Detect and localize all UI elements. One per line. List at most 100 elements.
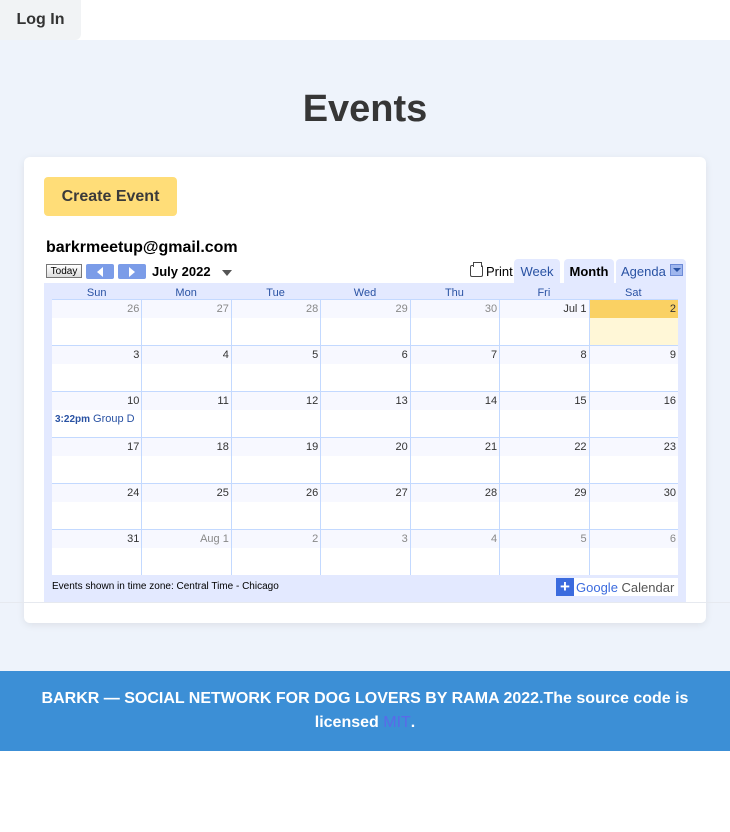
day-cell[interactable]: 26 [230,484,321,529]
day-cell[interactable]: 29 [499,484,589,529]
day-cell[interactable]: 28 [230,300,321,345]
day-cell[interactable]: 20 [320,438,410,483]
day-number: 27 [142,300,231,318]
day-number: 13 [321,392,410,410]
day-cell[interactable]: 9 [588,346,678,391]
main-section: Events Create Event barkrmeetup@gmail.co… [0,40,730,671]
calendar-event[interactable]: 3:22pm Group D [55,412,140,427]
day-cell[interactable]: 17 [52,438,142,483]
day-cell[interactable]: 30 [588,484,678,529]
day-cell[interactable]: 28 [409,484,500,529]
today-button[interactable]: Today [46,264,82,278]
timezone-note: Events shown in time zone: Central Time … [52,581,279,592]
chevron-down-icon[interactable] [670,264,683,276]
day-number: 2 [589,300,678,318]
day-cell[interactable]: 12 [230,392,321,437]
day-cell[interactable]: Aug 1 [141,530,231,575]
day-cell[interactable]: 19 [230,438,321,483]
day-number: 21 [410,438,500,456]
day-cell[interactable]: 4 [141,346,231,391]
day-cell[interactable]: 18 [141,438,231,483]
day-cell[interactable]: 23 [588,438,678,483]
tab-week[interactable]: Week [514,259,560,283]
next-month-button[interactable] [118,264,146,279]
day-number: 24 [52,484,142,502]
day-cell[interactable]: 2 [230,530,321,575]
divider [0,602,730,603]
day-cell[interactable]: 10 3:22pm Group D [52,392,142,437]
day-cell[interactable]: 3 [320,530,410,575]
day-number: 9 [589,346,678,364]
print-label: Print [486,263,513,279]
day-cell[interactable]: 7 [409,346,500,391]
day-number: 12 [231,392,321,410]
day-cell[interactable]: 30 [409,300,500,345]
calendar-wordmark: Calendar [621,579,675,595]
printer-icon [470,262,483,277]
day-number: 26 [52,300,142,318]
day-cell[interactable]: 16 [588,392,678,437]
day-number: 29 [321,300,410,318]
day-number: 3 [52,346,142,364]
day-number: 25 [142,484,231,502]
day-cell[interactable]: 27 [141,300,231,345]
day-number: 20 [321,438,410,456]
day-cell[interactable]: 5 [499,530,589,575]
day-cell[interactable]: 11 [141,392,231,437]
day-cell[interactable]: 21 [409,438,500,483]
license-link[interactable]: MIT [383,714,411,731]
day-cell[interactable]: 8 [499,346,589,391]
day-cell[interactable]: 14 [409,392,500,437]
day-cell[interactable]: 5 [230,346,321,391]
day-number: 23 [589,438,678,456]
day-number: 6 [321,346,410,364]
day-number: 4 [410,530,500,548]
day-cell[interactable]: 29 [320,300,410,345]
week-row: 3 4 5 6 7 8 9 [52,345,678,391]
plus-icon: + [556,577,574,596]
login-button[interactable]: Log In [0,0,81,40]
weekday-header: Sun Mon Tue Wed Thu Fri Sat [52,283,678,299]
day-cell[interactable]: 27 [320,484,410,529]
day-number: 8 [500,346,589,364]
day-cell[interactable]: 26 [52,300,142,345]
day-number: 5 [231,346,321,364]
day-cell[interactable]: 22 [499,438,589,483]
day-cell[interactable]: 15 [499,392,589,437]
month-dropdown-icon[interactable] [222,270,232,276]
day-cell[interactable]: Jul 1 [499,300,589,345]
tab-agenda[interactable]: Agenda [616,259,686,283]
create-event-button[interactable]: Create Event [44,177,177,216]
google-calendar-badge[interactable]: + Google Calendar [556,577,678,596]
google-wordmark: Google [576,579,618,595]
day-number: 5 [500,530,589,548]
calendar-frame: Sun Mon Tue Wed Thu Fri Sat 26 27 28 29 … [44,283,686,602]
day-number: 17 [52,438,142,456]
month-grid: 26 27 28 29 30 Jul 1 2 3 4 5 6 7 8 9 10 … [52,299,678,575]
day-cell[interactable]: 25 [141,484,231,529]
day-number: Aug 1 [142,530,231,548]
week-row: 17 18 19 20 21 22 23 [52,437,678,483]
day-number: 26 [231,484,321,502]
day-number: 14 [410,392,500,410]
day-number: 2 [231,530,321,548]
tab-month[interactable]: Month [564,259,614,283]
day-number: 6 [589,530,678,548]
day-cell[interactable]: 4 [409,530,500,575]
day-cell[interactable]: 31 [52,530,142,575]
day-cell[interactable]: 3 [52,346,142,391]
week-row: 10 3:22pm Group D 11 12 13 14 15 16 [52,391,678,437]
chevron-left-icon [97,266,103,277]
calendar-toolbar: Today July 2022 Print Week Month Agenda [46,259,686,283]
day-cell[interactable]: 13 [320,392,410,437]
day-cell[interactable]: 6 [320,346,410,391]
day-cell[interactable]: 6 [588,530,678,575]
print-button[interactable]: Print [470,261,513,281]
day-number: Jul 1 [500,300,589,318]
day-cell-today[interactable]: 2 [588,300,678,345]
footer-end: . [410,714,416,731]
event-time: 3:22pm [55,414,91,425]
month-label: July 2022 [152,264,211,279]
prev-month-button[interactable] [86,264,114,279]
day-cell[interactable]: 24 [52,484,142,529]
